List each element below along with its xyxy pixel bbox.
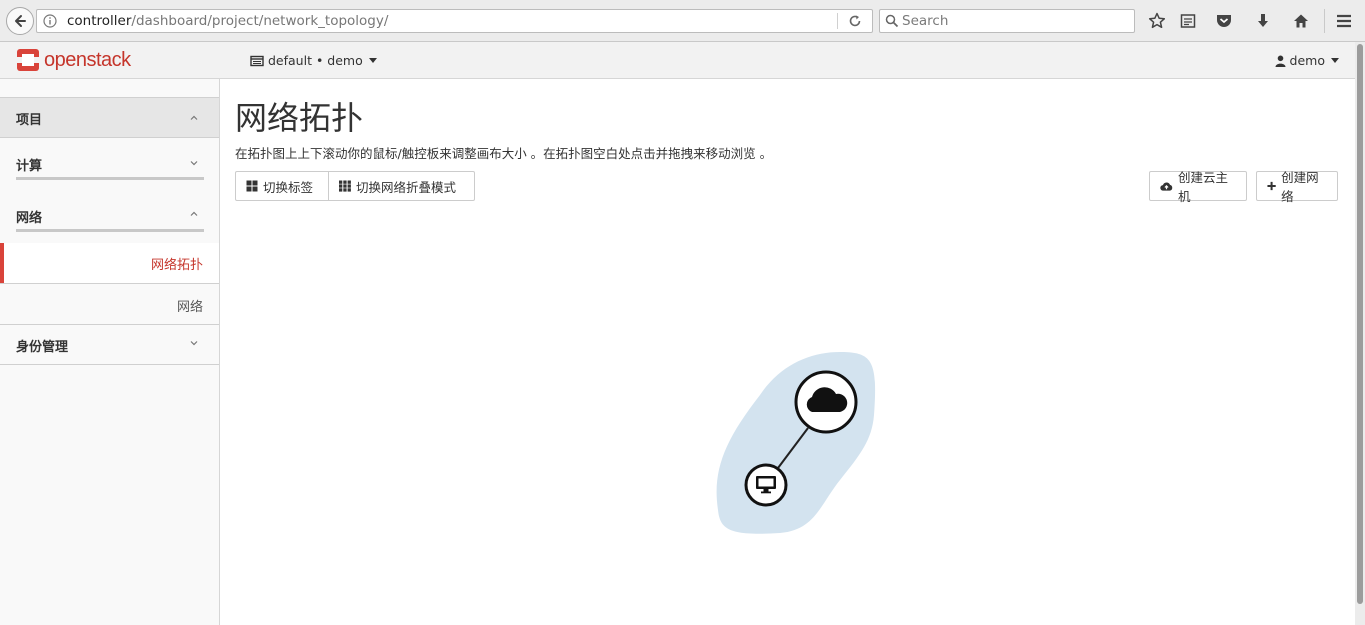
sidebar-section-label: 计算 [16, 159, 43, 174]
toggle-network-collapse-button[interactable]: 切换网络折叠模式 [329, 171, 475, 201]
network-topology-canvas[interactable] [700, 340, 900, 550]
search-input[interactable] [902, 11, 1127, 31]
user-icon [1275, 55, 1286, 67]
page-scrollbar-thumb[interactable] [1357, 44, 1363, 604]
toggle-network-collapse-label: 切换网络折叠模式 [356, 179, 457, 195]
sidebar-divider [0, 364, 219, 365]
browser-toolbar: controller/dashboard/project/network_top… [0, 0, 1365, 42]
project-icon [250, 55, 264, 66]
project-selector-label: default • demo [268, 53, 363, 68]
toolbar-divider [1324, 9, 1325, 33]
back-arrow-icon [15, 15, 26, 27]
create-network-label: 创建网络 [1281, 170, 1319, 204]
sidebar-section-label: 网络 [16, 211, 43, 226]
url-host: controller [67, 13, 132, 29]
chevron-down-icon [368, 58, 377, 63]
sidebar-section-project[interactable]: 项目 [0, 97, 219, 138]
create-instance-button[interactable]: 创建云主机 [1149, 170, 1247, 204]
url-path: /dashboard/project/network_topology/ [131, 13, 389, 29]
reading-list-icon[interactable] [1178, 11, 1198, 31]
home-icon[interactable] [1291, 11, 1311, 31]
chevron-up-icon [190, 115, 198, 120]
chevron-down-icon [190, 341, 198, 346]
sidebar-section-underline [16, 229, 204, 232]
address-bar[interactable]: controller/dashboard/project/network_top… [36, 9, 873, 33]
toggle-labels-label: 切换标签 [263, 179, 314, 195]
pocket-icon[interactable] [1214, 11, 1234, 31]
sidebar-section-label: 身份管理 [16, 340, 69, 355]
chevron-down-icon [1331, 58, 1339, 63]
network-node[interactable] [794, 370, 858, 434]
chevron-up-icon [190, 211, 198, 216]
user-menu-label: demo [1289, 53, 1325, 68]
create-instance-label: 创建云主机 [1177, 170, 1228, 204]
back-button[interactable] [6, 7, 34, 35]
chevron-down-icon [190, 161, 198, 166]
info-icon[interactable] [43, 14, 57, 28]
reload-icon[interactable] [848, 14, 862, 28]
sidebar-item-network-topology[interactable]: 网络拓扑 [0, 243, 219, 283]
url-separator [837, 13, 838, 29]
sidebar: 项目 计算 网络 网络拓扑 网络 身份管理 [0, 79, 220, 625]
instance-node[interactable] [744, 463, 788, 507]
toggle-labels-button[interactable]: 切换标签 [235, 171, 329, 201]
th-large-icon [246, 180, 258, 192]
page-title: 网络拓扑 [235, 99, 364, 137]
openstack-logo[interactable]: openstack [16, 47, 131, 73]
search-field[interactable] [879, 9, 1135, 33]
sidebar-item-label: 网络拓扑 [150, 258, 203, 273]
project-selector[interactable]: default • demo [250, 53, 377, 68]
url-text[interactable]: controller/dashboard/project/network_top… [67, 10, 388, 32]
plus-icon [1267, 181, 1276, 191]
th-icon [339, 180, 351, 192]
sidebar-section-underline [16, 177, 204, 180]
sidebar-section-label: 项目 [16, 113, 43, 128]
openstack-logo-icon [17, 49, 39, 71]
create-network-button[interactable]: 创建网络 [1256, 170, 1338, 204]
bookmark-star-icon[interactable] [1147, 11, 1167, 31]
sidebar-section-identity[interactable]: 身份管理 [0, 325, 219, 364]
menu-icon[interactable] [1334, 11, 1354, 31]
openstack-header: openstack default • demo demo [0, 42, 1355, 79]
logo-text: openstack [44, 48, 131, 71]
sidebar-item-label: 网络 [176, 300, 203, 315]
user-menu[interactable]: demo [1275, 53, 1339, 68]
help-text: 在拓扑图上上下滚动你的鼠标/触控板来调整画布大小 。在拓扑图空白处点击并拖拽来移… [235, 146, 773, 161]
download-icon[interactable] [1253, 11, 1273, 31]
search-icon [885, 14, 899, 28]
cloud-upload-icon [1160, 181, 1173, 191]
sidebar-item-networks[interactable]: 网络 [0, 284, 219, 324]
